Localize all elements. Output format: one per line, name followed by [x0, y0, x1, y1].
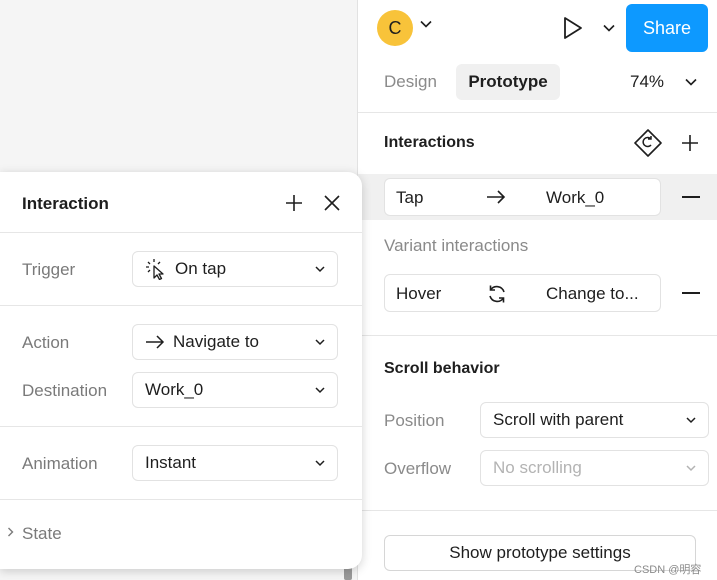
scroll-behavior-title: Scroll behavior [384, 360, 500, 377]
animation-value: Instant [145, 453, 197, 472]
arrow-right-icon [145, 334, 165, 350]
overflow-select: No scrolling [480, 450, 709, 486]
divider [0, 232, 362, 233]
action-label: Action [22, 333, 70, 352]
variant-interactions-title: Variant interactions [384, 236, 529, 255]
chevron-down-icon [315, 387, 325, 394]
close-icon[interactable] [323, 194, 341, 212]
interaction-popup: Interaction Trigger On tap Action Naviga… [0, 172, 362, 569]
flow-diamond-icon[interactable] [633, 128, 663, 158]
interactions-title: Interactions [384, 134, 475, 151]
add-icon[interactable] [284, 193, 304, 213]
divider [0, 305, 362, 306]
tap-cursor-icon [145, 258, 167, 280]
chevron-down-icon [686, 465, 696, 472]
divider [358, 335, 717, 336]
position-label: Position [384, 411, 445, 430]
variant-trigger: Hover [396, 284, 442, 303]
zoom-level[interactable]: 74% [630, 72, 664, 92]
divider [358, 510, 717, 511]
state-section-toggle[interactable]: State [0, 514, 362, 550]
interaction-row[interactable]: Tap Work_0 [384, 178, 661, 216]
position-value: Scroll with parent [493, 410, 624, 429]
tab-design[interactable]: Design [384, 72, 437, 92]
popup-title: Interaction [22, 194, 109, 213]
trigger-label: Trigger [22, 260, 76, 279]
position-select[interactable]: Scroll with parent [480, 402, 709, 438]
variant-action: Change to... [546, 284, 639, 303]
destination-value: Work_0 [145, 380, 204, 399]
overflow-label: Overflow [384, 459, 452, 478]
share-button[interactable]: Share [626, 4, 708, 52]
tab-prototype[interactable]: Prototype [456, 64, 560, 100]
chevron-down-icon[interactable] [603, 24, 615, 32]
chevron-down-icon [686, 417, 696, 424]
chevron-right-icon [7, 527, 14, 537]
animation-label: Animation [22, 454, 98, 473]
avatar[interactable]: C [377, 10, 413, 46]
chevron-down-icon[interactable] [420, 20, 432, 28]
remove-variant-interaction-icon[interactable] [682, 292, 700, 294]
action-select[interactable]: Navigate to [132, 324, 338, 360]
destination-select[interactable]: Work_0 [132, 372, 338, 408]
interaction-trigger: Tap [396, 188, 424, 207]
watermark: CSDN @明容 [634, 564, 702, 576]
destination-label: Destination [22, 381, 108, 400]
interaction-destination: Work_0 [546, 188, 605, 207]
trigger-value: On tap [175, 259, 227, 278]
chevron-down-icon[interactable] [685, 78, 697, 86]
action-value: Navigate to [173, 332, 259, 351]
trigger-select[interactable]: On tap [132, 251, 338, 287]
divider [0, 499, 362, 500]
variant-interaction-row[interactable]: Hover Change to... [384, 274, 661, 312]
chevron-down-icon [315, 460, 325, 467]
remove-interaction-icon[interactable] [682, 196, 700, 198]
divider [358, 112, 717, 113]
chevron-down-icon [315, 266, 325, 273]
properties-panel: C Share Design Prototype 74% Interaction… [357, 0, 717, 580]
overflow-value: No scrolling [493, 458, 582, 477]
refresh-icon [486, 283, 508, 305]
arrow-right-icon [486, 189, 506, 205]
divider [0, 426, 362, 427]
animation-select[interactable]: Instant [132, 445, 338, 481]
state-label: State [22, 524, 62, 543]
add-interaction-icon[interactable] [680, 133, 700, 153]
chevron-down-icon [315, 339, 325, 346]
play-icon[interactable] [562, 16, 584, 40]
